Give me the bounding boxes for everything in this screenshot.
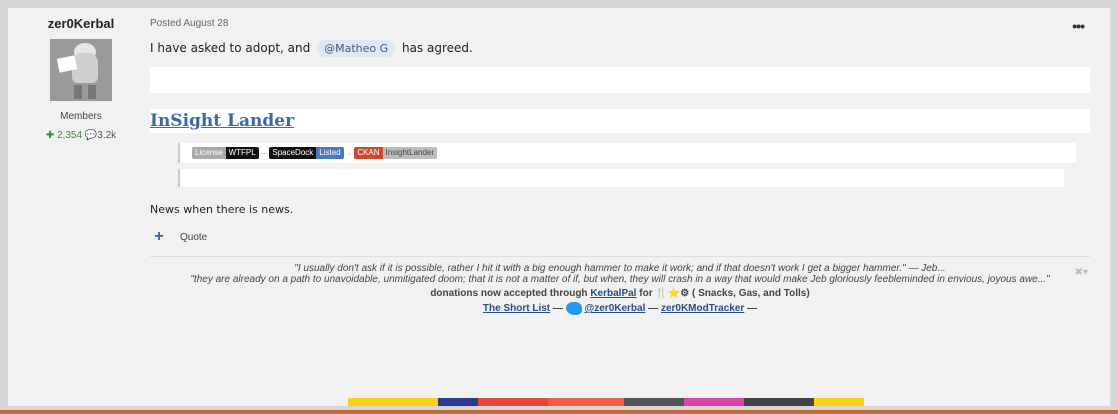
- post-card: zer0Kerbal Members ✚ 2,354 💬3.2k Posted …: [8, 8, 1110, 406]
- ckan-badge[interactable]: CKAN InsightLander: [354, 147, 438, 159]
- tracker-link[interactable]: zer0KModTracker: [661, 303, 744, 314]
- avatar[interactable]: [50, 39, 112, 101]
- spacedock-badge[interactable]: SpaceDock Listed: [269, 147, 344, 159]
- short-list-link[interactable]: The Short List: [483, 303, 550, 314]
- news-text: News when there is news.: [150, 203, 294, 216]
- title-block: InSight Lander: [150, 109, 1090, 133]
- posts-icon: 💬: [84, 130, 98, 141]
- badge-block: License WTFPL - SpaceDock Listed - CKAN Ins…: [178, 143, 1076, 163]
- twitter-link[interactable]: @zer0Kerbal: [584, 303, 645, 314]
- author-stats: ✚ 2,354 💬3.2k: [16, 130, 146, 141]
- empty-block: [150, 67, 1090, 93]
- multiquote-plus-icon[interactable]: +: [150, 228, 168, 246]
- kerbalpal-link[interactable]: KerbalPal: [590, 288, 636, 299]
- author-panel: zer0Kerbal Members ✚ 2,354 💬3.2k: [16, 8, 146, 141]
- post-text-start: I have asked to adopt, and: [150, 41, 311, 55]
- more-options-icon[interactable]: •••: [1072, 18, 1085, 34]
- post-count: 3.2k: [97, 130, 117, 141]
- post-body: Posted August 28 ••• I have asked to ado…: [150, 8, 1090, 315]
- post-text-end: has agreed.: [401, 41, 473, 55]
- links-line: The Short List — @zer0Kerbal — zer0KModT…: [482, 302, 758, 315]
- snacks-icons: 🍴⭐⚙: [655, 288, 690, 299]
- quote-button[interactable]: Quote: [180, 232, 207, 243]
- bottom-accent-bar: [0, 410, 1118, 414]
- empty-quote-block: [178, 169, 1064, 187]
- signature-quote-2: "they are already on a path to unavoidab…: [190, 274, 1050, 285]
- reputation-count: 2,354: [57, 130, 83, 141]
- posted-date[interactable]: Posted August 28: [150, 18, 1090, 29]
- signature: ✖▾ "I usually don't ask if it is possibl…: [150, 263, 1090, 315]
- post-text: I have asked to adopt, and @Matheo G has…: [150, 40, 1090, 57]
- author-rank: Members: [60, 111, 102, 122]
- user-mention[interactable]: @Matheo G: [317, 40, 396, 57]
- donation-buttons-strip[interactable]: [348, 398, 864, 406]
- donations-line: donations now accepted through KerbalPal…: [430, 288, 810, 299]
- hide-signature-icon[interactable]: ✖▾: [1075, 267, 1088, 278]
- signature-quote-1: "I usually don't ask if it is possible, …: [294, 263, 946, 274]
- mod-title-link[interactable]: InSight Lander: [150, 111, 294, 131]
- author-name[interactable]: zer0Kerbal: [16, 16, 146, 31]
- quote-action-row: + Quote: [150, 228, 1090, 257]
- license-badge[interactable]: License WTFPL: [192, 147, 259, 159]
- twitter-icon[interactable]: [565, 302, 582, 315]
- reputation-icon: ✚: [45, 130, 55, 141]
